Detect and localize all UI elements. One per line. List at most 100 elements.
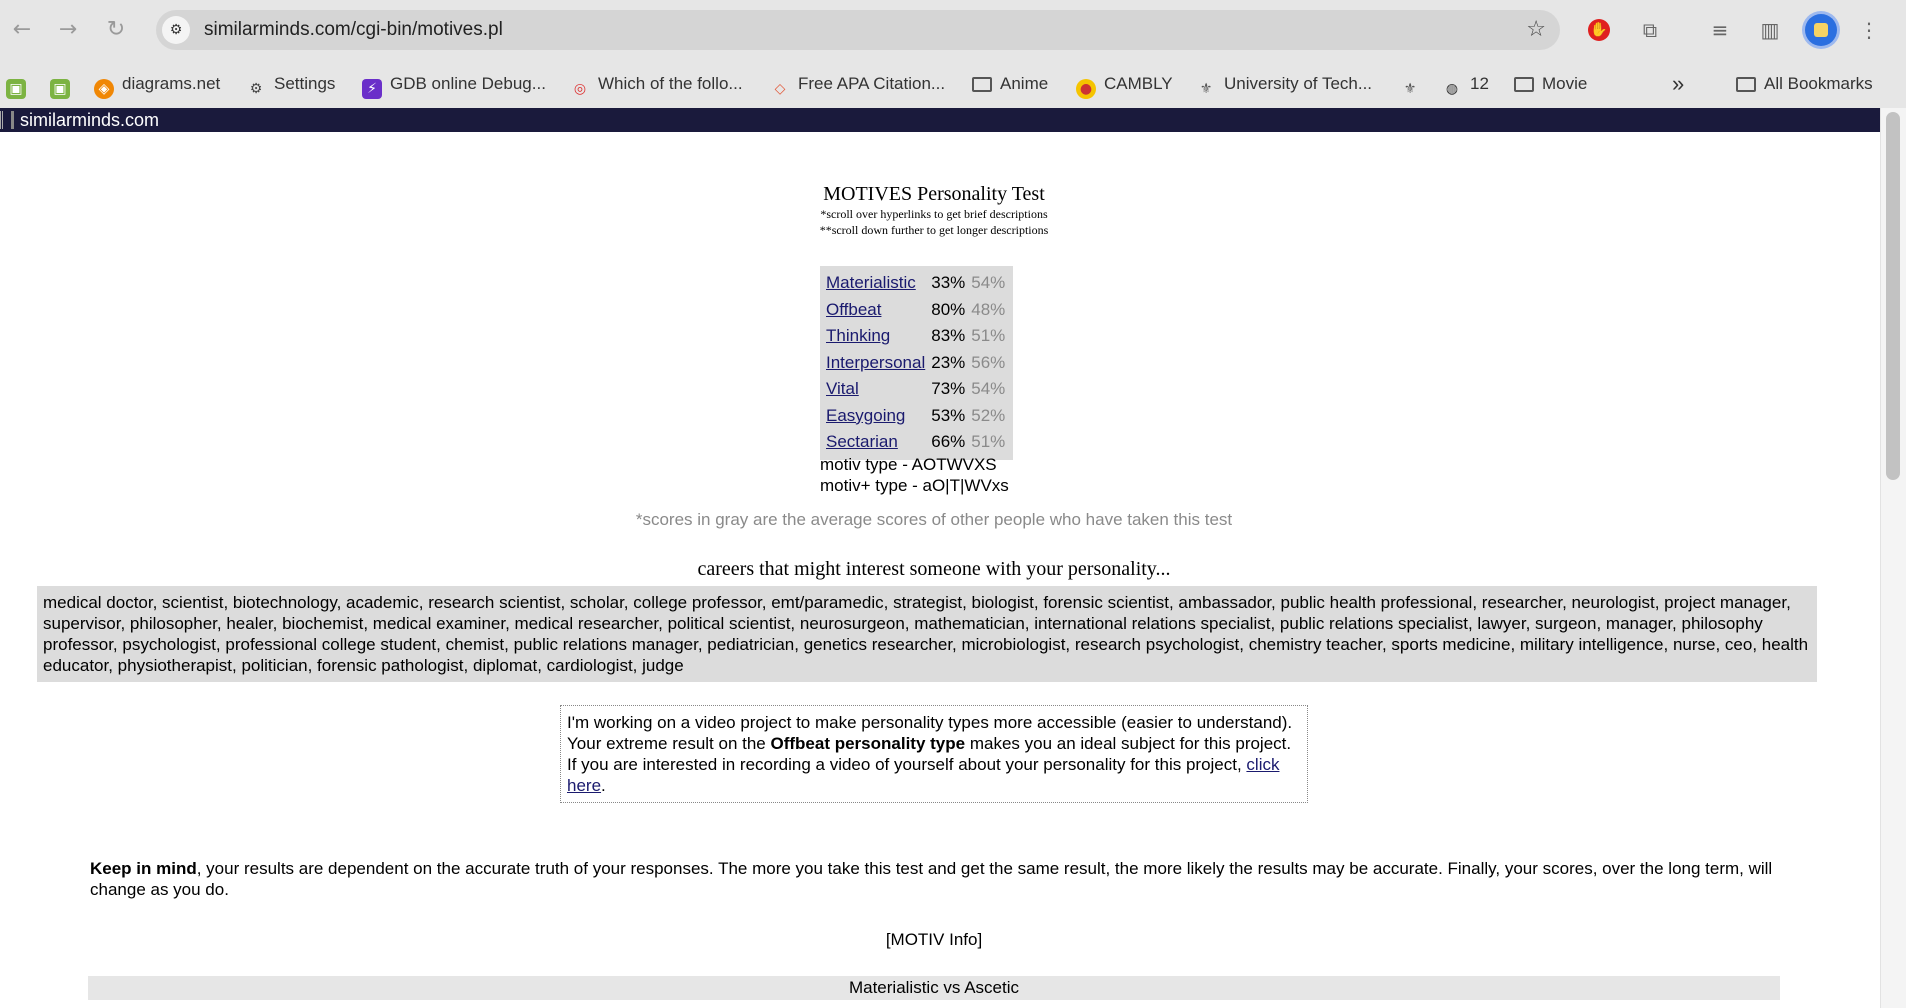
score-row: Easygoing 53% 52%: [824, 403, 1009, 430]
score-table: Materialistic 33% 54% Offbeat 80% 48% Thinking…: [820, 266, 1014, 460]
bookmark-apa[interactable]: ◇ Free APA Citation...: [770, 60, 945, 108]
android-icon: ▣: [6, 79, 26, 99]
trait-average: 51%: [971, 432, 1006, 452]
bookmark-university-2[interactable]: ⚜: [1400, 60, 1428, 108]
folder-icon: [972, 77, 992, 92]
university-icon: ⚜: [1403, 81, 1417, 97]
forward-icon[interactable]: →: [52, 14, 84, 46]
trait-link-cell: Sectarian: [824, 429, 929, 456]
all-bookmarks-button[interactable]: All Bookmarks: [1736, 60, 1873, 108]
trait-link[interactable]: Thinking: [826, 326, 890, 345]
bookmark-label: diagrams.net: [122, 74, 221, 93]
gear-icon: ⚙: [249, 81, 263, 97]
score-row: Interpersonal 23% 56%: [824, 350, 1009, 377]
folder-icon: [1736, 77, 1756, 92]
page-title: MOTIVES Personality Test: [823, 183, 1045, 205]
page-content: similarminds.com MOTIVES Personality Tes…: [0, 108, 1880, 1008]
reload-icon[interactable]: ↻: [100, 14, 132, 46]
android-icon: ▣: [50, 79, 70, 99]
motiv-type: motiv type - AOTWVXS: [820, 455, 997, 474]
motiv-info-link[interactable]: [MOTIV Info]: [0, 930, 1868, 950]
url-text[interactable]: similarminds.com/cgi-bin/motives.pl: [204, 10, 503, 50]
address-bar[interactable]: ⚙ similarminds.com/cgi-bin/motives.pl ☆: [156, 10, 1560, 50]
keep-in-mind-text: , your results are dependent on the accu…: [90, 859, 1773, 899]
hint-note-2: **scroll down further to get longer desc…: [819, 223, 1049, 237]
bookmark-which[interactable]: ◎ Which of the follo...: [570, 60, 743, 108]
trait-link-cell: Thinking: [824, 323, 929, 350]
section-heading: Materialistic vs Ascetic: [88, 976, 1780, 1000]
media-queue-icon[interactable]: ≡: [1706, 16, 1734, 44]
bookmark-star-icon[interactable]: ☆: [1526, 10, 1546, 50]
trait-average: 52%: [971, 405, 1006, 425]
trait-score: 83%: [931, 326, 966, 346]
adblock-extension-icon[interactable]: ✋: [1588, 19, 1610, 41]
score-row: Vital 73% 54%: [824, 376, 1009, 403]
page-scrollbar[interactable]: [1880, 108, 1906, 1008]
side-panel-icon[interactable]: ▥: [1756, 16, 1784, 44]
bookmark-label: CAMBLY: [1104, 74, 1173, 93]
trait-link-cell: Vital: [824, 376, 929, 403]
bookmarks-overflow-button[interactable]: »: [1672, 60, 1684, 108]
trait-link[interactable]: Sectarian: [826, 432, 898, 451]
grip-icon: [0, 111, 14, 129]
trait-link-cell: Easygoing: [824, 403, 929, 430]
extensions-puzzle-icon[interactable]: ⧉: [1636, 16, 1664, 44]
bookmark-android-2[interactable]: ▣: [50, 60, 78, 108]
trait-score: 66%: [931, 432, 966, 452]
trait-link[interactable]: Offbeat: [826, 300, 881, 319]
score-row: Offbeat 80% 48%: [824, 297, 1009, 324]
cambly-icon: ●: [1076, 79, 1096, 99]
average-scores-note: *scores in gray are the average scores o…: [635, 510, 1233, 529]
trait-average: 48%: [971, 299, 1006, 319]
bookmark-diagrams[interactable]: ◈ diagrams.net: [94, 60, 220, 108]
trait-link[interactable]: Easygoing: [826, 406, 905, 425]
bookmark-cambly[interactable]: ● CAMBLY: [1076, 60, 1173, 108]
trait-score: 53%: [931, 405, 966, 425]
site-info-icon[interactable]: ⚙: [162, 16, 190, 44]
trait-score: 80%: [931, 299, 966, 319]
keep-in-mind-bold: Keep in mind: [90, 859, 197, 878]
back-icon[interactable]: ←: [6, 14, 38, 46]
bookmark-university[interactable]: ⚜ University of Tech...: [1196, 60, 1372, 108]
video-end: .: [601, 776, 606, 795]
bookmark-12[interactable]: ◍ 12: [1442, 60, 1489, 108]
score-row: Sectarian 66% 51%: [824, 429, 1009, 456]
bookmark-android-1[interactable]: ▣: [6, 60, 34, 108]
globe-icon: ◍: [1445, 81, 1459, 97]
motiv-plus-type: motiv+ type - aO|T|WVxs: [820, 476, 1009, 495]
bookmarks-bar: ▣ ▣ ◈ diagrams.net ⚙ Settings ⚡ GDB online …: [0, 60, 1906, 109]
trait-link-cell: Materialistic: [824, 270, 929, 297]
test-title-block: MOTIVES Personality Test *scroll over hy…: [0, 182, 1868, 238]
bookmark-label: Which of the follo...: [598, 74, 743, 93]
site-name[interactable]: similarminds.com: [20, 108, 159, 132]
bookmark-settings[interactable]: ⚙ Settings: [246, 60, 336, 108]
bookmark-label: University of Tech...: [1224, 74, 1373, 93]
trait-score: 23%: [931, 352, 966, 372]
trait-score: 33%: [931, 273, 966, 293]
menu-dots-icon[interactable]: ⋮: [1855, 16, 1883, 44]
trait-average: 56%: [971, 352, 1006, 372]
trait-link[interactable]: Vital: [826, 379, 859, 398]
careers-list: medical doctor, scientist, biotechnology…: [37, 586, 1817, 682]
keep-in-mind-paragraph: Keep in mind, your results are dependent…: [90, 858, 1790, 900]
bookmark-label: Settings: [274, 74, 336, 93]
score-row: Materialistic 33% 54%: [824, 270, 1009, 297]
type-lines: motiv type - AOTWVXS motiv+ type - aO|T|…: [820, 454, 1009, 496]
video-project-box: I'm working on a video project to make p…: [560, 705, 1308, 803]
trait-link[interactable]: Materialistic: [826, 273, 916, 292]
trait-average: 54%: [971, 379, 1006, 399]
browser-toolbar: ← → ↻ ⚙ similarminds.com/cgi-bin/motives…: [0, 0, 1906, 60]
profile-avatar[interactable]: [1805, 14, 1837, 46]
bookmark-movie[interactable]: Movie: [1514, 60, 1587, 108]
scrollbar-thumb[interactable]: [1886, 112, 1900, 480]
bookmark-gdb[interactable]: ⚡ GDB online Debug...: [362, 60, 546, 108]
trait-link-cell: Offbeat: [824, 297, 929, 324]
trait-average: 51%: [971, 326, 1006, 346]
video-bold-type: Offbeat personality type: [770, 734, 966, 753]
diagrams-icon: ◈: [94, 79, 114, 99]
bookmark-label: GDB online Debug...: [390, 74, 546, 93]
cap-icon: ◇: [774, 81, 786, 97]
folder-icon: [1514, 77, 1534, 92]
bookmark-anime[interactable]: Anime: [972, 60, 1048, 108]
trait-link[interactable]: Interpersonal: [826, 353, 925, 372]
